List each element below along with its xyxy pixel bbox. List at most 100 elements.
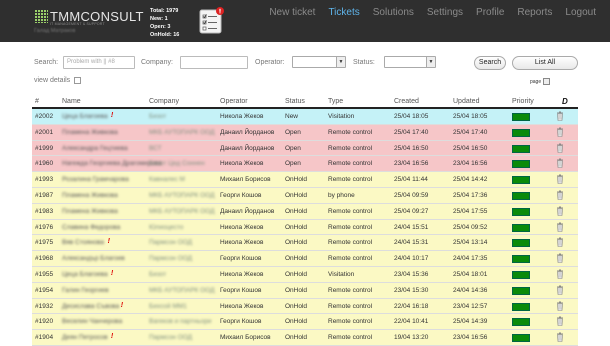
view-details-toggle[interactable]: view details <box>34 77 82 84</box>
col-updated[interactable]: Updated <box>453 98 479 105</box>
col-type[interactable]: Type <box>328 98 343 105</box>
cell-name[interactable]: Цеца Благоева <box>62 113 108 120</box>
filter-bar: Search: Problem with || #8 Company: Oper… <box>0 50 610 90</box>
table-row[interactable]: #1993 Розалина Грамчарова Кавналес М Михаил… <box>32 172 578 188</box>
cell-id[interactable]: #1975 <box>35 239 53 246</box>
cell-operator: Николa Жеков <box>220 239 264 247</box>
cell-name[interactable]: Веселин Чанчерова <box>62 318 122 325</box>
cell-name[interactable]: Александра Гецтиева <box>62 145 128 152</box>
cell-name[interactable]: Цеца Благоева <box>62 271 108 278</box>
cell-id[interactable]: #1983 <box>35 208 53 215</box>
trash-icon[interactable] <box>556 111 564 121</box>
cell-id[interactable]: #1960 <box>35 160 53 167</box>
trash-icon[interactable] <box>556 206 564 216</box>
table-row[interactable]: #2002 Цеца Благоева! Бизот Никола Жеков New V… <box>32 109 578 125</box>
cell-name[interactable]: Галин Георгиев <box>62 287 109 294</box>
nav-logout[interactable]: Logout <box>565 6 596 20</box>
table-row[interactable]: #1987 Пламена Живкова МКБ АУТОПАРК ООД Геор… <box>32 187 578 204</box>
trash-icon[interactable] <box>556 143 564 153</box>
table-row[interactable]: #1999 Александра Гецтиева ВСТ Данаил Йордан… <box>32 140 578 157</box>
col-operator[interactable]: Operator <box>220 98 248 105</box>
nav-settings[interactable]: Settings <box>427 6 463 20</box>
nav-new-ticket[interactable]: New ticket <box>269 6 315 20</box>
trash-icon[interactable] <box>556 316 564 327</box>
cell-company: МКБ АУТОПАРК ООД <box>149 128 215 136</box>
search-button[interactable]: Search <box>474 56 506 70</box>
priority-indicator <box>512 176 530 185</box>
trash-icon[interactable] <box>556 222 564 232</box>
view-details-checkbox[interactable] <box>74 77 82 84</box>
cell-created: 22/04 16:18 <box>394 302 429 310</box>
trash-icon[interactable] <box>556 301 564 311</box>
cell-status: OnHold <box>285 270 308 278</box>
col-id[interactable]: # <box>35 98 39 105</box>
trash-icon[interactable] <box>556 127 564 137</box>
table-row[interactable]: #1904 Деян Петросов! Пармсон ООД Михаил Бор… <box>32 330 578 346</box>
nav-tickets[interactable]: Tickets <box>328 6 359 20</box>
nav-profile[interactable]: Profile <box>476 6 504 20</box>
page-selector[interactable] <box>543 78 550 85</box>
col-delete[interactable]: D <box>562 97 568 106</box>
col-created[interactable]: Created <box>394 98 419 105</box>
logo[interactable]: TMMCONSULT <box>34 9 144 23</box>
cell-id[interactable]: #1987 <box>35 192 53 199</box>
nav-solutions[interactable]: Solutions <box>373 6 414 20</box>
table-row[interactable]: #1955 Цеца Благоева! Бизот Николa Жеков OnHo… <box>32 266 578 283</box>
cell-operator: Николa Жеков <box>220 223 264 231</box>
cell-id[interactable]: #1968 <box>35 255 53 262</box>
cell-id[interactable]: #1976 <box>35 224 53 231</box>
trash-icon[interactable] <box>556 174 564 184</box>
col-status[interactable]: Status <box>285 98 305 105</box>
nav-reports[interactable]: Reports <box>517 6 552 20</box>
trash-icon[interactable] <box>556 253 564 263</box>
cell-name[interactable]: Пламена Живкова <box>62 208 118 215</box>
cell-status: Open <box>285 144 301 152</box>
cell-name[interactable]: Пламена Живкова <box>62 129 118 136</box>
list-all-button[interactable]: List All <box>512 56 578 70</box>
table-header: # Name Company Operator Status Type Crea… <box>32 94 578 109</box>
search-input[interactable]: Problem with || #8 <box>63 56 135 69</box>
trash-icon[interactable] <box>556 269 564 279</box>
cell-type: Remote control <box>328 128 373 136</box>
col-company[interactable]: Company <box>149 98 179 105</box>
table-row[interactable]: #1976 Славина Федорова Юлиоцесто Николa Жек… <box>32 219 578 236</box>
table-row[interactable]: #1975 Вяв Стоянова! Пармсон ООД Николa Жеко… <box>32 235 578 252</box>
cell-name[interactable]: Славина Федорова <box>62 224 120 231</box>
table-row[interactable]: #1983 Пламена Живкова МКБ АУТОПАРК ООД Дана… <box>32 203 578 220</box>
tickets-checklist-icon[interactable] <box>199 6 225 35</box>
cell-name[interactable]: Пламена Живкова <box>62 192 118 199</box>
cell-id[interactable]: #1955 <box>35 271 53 278</box>
trash-icon[interactable] <box>556 190 564 200</box>
cell-name[interactable]: Десислава Съвова <box>62 303 119 310</box>
trash-icon[interactable] <box>556 158 564 169</box>
operator-select[interactable]: ▼ <box>292 56 346 68</box>
table-row[interactable]: #1932 Десислава Съвова! Бихсой ММ1 Николa Ж… <box>32 298 578 315</box>
trash-icon[interactable] <box>556 237 564 248</box>
cell-name[interactable]: Нагежда Георгиева Драгомирова <box>62 160 162 167</box>
cell-id[interactable]: #2001 <box>35 129 53 136</box>
company-input[interactable] <box>180 56 248 69</box>
cell-name[interactable]: Вяв Стоянова <box>62 239 104 246</box>
col-priority[interactable]: Priority <box>512 98 534 105</box>
trash-icon[interactable] <box>556 332 564 342</box>
cell-name[interactable]: Александър Благоев <box>62 255 125 262</box>
table-row[interactable]: #1960 Нагежда Георгиева Драгомирова Бизот … <box>32 156 578 173</box>
cell-id[interactable]: #1999 <box>35 145 53 152</box>
cell-company: Кавналес М <box>149 176 185 184</box>
cell-id[interactable]: #1993 <box>35 176 53 183</box>
trash-icon[interactable] <box>556 285 564 295</box>
cell-id[interactable]: #1932 <box>35 303 53 310</box>
cell-id[interactable]: #1920 <box>35 318 53 325</box>
cell-name[interactable]: Деян Петросов <box>62 334 108 341</box>
table-row[interactable]: #1920 Веселин Чанчерова Вагеков и партньор… <box>32 314 578 331</box>
status-select[interactable]: ▼ <box>384 56 436 68</box>
table-row[interactable]: #1968 Александър Благоев Пармсон ООД Георги… <box>32 251 578 267</box>
cell-status: OnHold <box>285 318 308 326</box>
cell-id[interactable]: #1954 <box>35 287 53 294</box>
col-name[interactable]: Name <box>62 98 81 105</box>
cell-name[interactable]: Розалина Грамчарова <box>62 176 129 183</box>
table-row[interactable]: #2001 Пламена Живкова МКБ АУТОПАРК ООД Дана… <box>32 124 578 141</box>
cell-id[interactable]: #1904 <box>35 334 53 341</box>
table-row[interactable]: #1954 Галин Георгиев МКБ АУТОПАРК ООД Георг… <box>32 282 578 299</box>
cell-id[interactable]: #2002 <box>35 113 53 120</box>
